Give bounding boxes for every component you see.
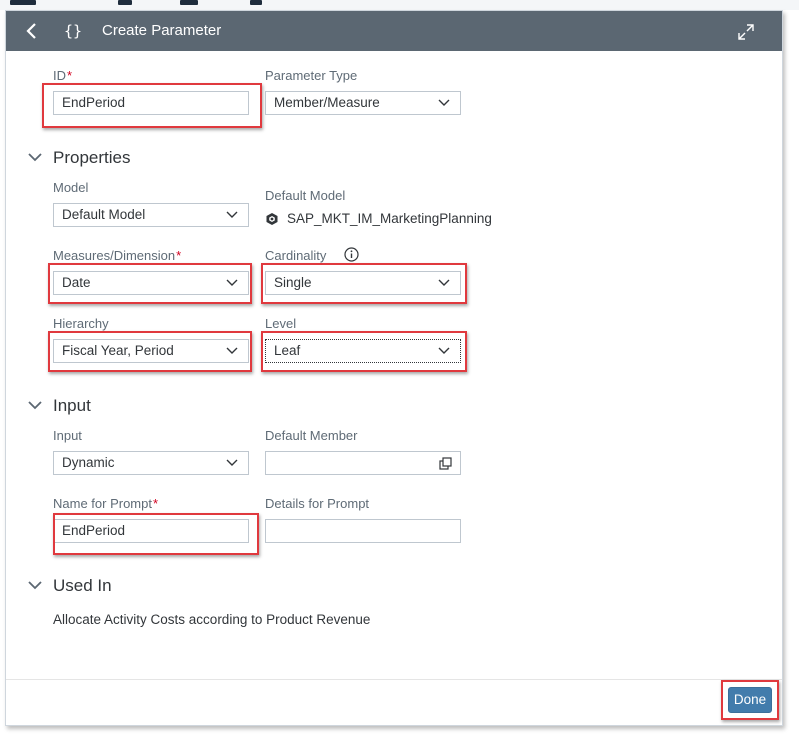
used-in-section-title: Used In: [53, 576, 112, 595]
level-label: Level: [265, 316, 297, 331]
used-in-text: Allocate Activity Costs according to Pro…: [53, 612, 371, 627]
measures-dimension-value: Date: [62, 275, 91, 290]
cardinality-select[interactable]: Single: [265, 271, 461, 295]
dialog-title: Create Parameter: [102, 22, 222, 39]
level-value: Leaf: [274, 343, 301, 358]
chevron-down-icon: [226, 459, 238, 466]
chevron-down-icon: [226, 347, 238, 354]
parameter-type-value: Member/Measure: [274, 95, 380, 110]
name-for-prompt-label: Name for Prompt*: [53, 496, 159, 511]
name-for-prompt-input[interactable]: EndPeriod: [53, 519, 249, 543]
cardinality-value: Single: [274, 275, 312, 290]
details-for-prompt-label: Details for Prompt: [265, 496, 370, 511]
done-button[interactable]: Done: [728, 687, 772, 713]
background-fragment: [10, 0, 36, 5]
background-fragment: [118, 0, 132, 5]
used-in-section-header[interactable]: Used In: [28, 576, 112, 596]
default-model-value: SAP_MKT_IM_MarketingPlanning: [287, 211, 492, 226]
input-section-header[interactable]: Input: [28, 396, 91, 416]
details-for-prompt-input[interactable]: [265, 519, 461, 543]
dialog-header: {} Create Parameter: [6, 11, 782, 51]
default-member-input[interactable]: [265, 451, 461, 475]
hierarchy-select[interactable]: Fiscal Year, Period: [53, 339, 249, 363]
chevron-left-icon[interactable]: [22, 21, 42, 41]
value-help-icon[interactable]: [439, 457, 452, 470]
parameter-icon: {}: [64, 22, 83, 40]
properties-section-header[interactable]: Properties: [28, 148, 131, 168]
chevron-down-icon: [226, 211, 238, 218]
input-value: Dynamic: [62, 455, 115, 470]
hierarchy-value: Fiscal Year, Period: [62, 343, 174, 358]
measures-dimension-label: Measures/Dimension*: [53, 248, 182, 263]
default-member-label: Default Member: [265, 428, 358, 443]
id-input-value: EndPeriod: [62, 95, 126, 110]
properties-section-title: Properties: [53, 148, 131, 167]
model-select[interactable]: Default Model: [53, 203, 249, 227]
chevron-down-icon: [438, 99, 450, 106]
parameter-type-label: Parameter Type: [265, 68, 358, 83]
footer-divider: [6, 679, 782, 680]
chevron-down-icon: [28, 153, 42, 162]
background-app-strip: [0, 0, 799, 10]
cardinality-label: Cardinality: [265, 248, 327, 263]
chevron-down-icon: [438, 279, 450, 286]
chevron-down-icon: [438, 347, 450, 354]
id-input[interactable]: EndPeriod: [53, 91, 249, 115]
hierarchy-label: Hierarchy: [53, 316, 109, 331]
input-select[interactable]: Dynamic: [53, 451, 249, 475]
name-for-prompt-value: EndPeriod: [62, 523, 126, 538]
model-value: Default Model: [62, 207, 146, 222]
level-select[interactable]: Leaf: [265, 339, 461, 363]
chevron-down-icon: [226, 279, 238, 286]
model-cube-icon: [266, 213, 278, 225]
model-label: Model: [53, 180, 89, 195]
info-icon[interactable]: [344, 247, 359, 262]
input-label: Input: [53, 428, 82, 443]
create-parameter-dialog: {} Create Parameter ID* EndPeriod Parame…: [5, 10, 783, 726]
background-fragment: [250, 0, 262, 5]
input-section-title: Input: [53, 396, 91, 415]
id-label: ID*: [53, 68, 73, 83]
expand-icon[interactable]: [736, 22, 756, 42]
chevron-down-icon: [28, 401, 42, 410]
parameter-type-select[interactable]: Member/Measure: [265, 91, 461, 115]
background-fragment: [180, 0, 198, 5]
measures-dimension-select[interactable]: Date: [53, 271, 249, 295]
chevron-down-icon: [28, 581, 42, 590]
default-model-label: Default Model: [265, 188, 346, 203]
